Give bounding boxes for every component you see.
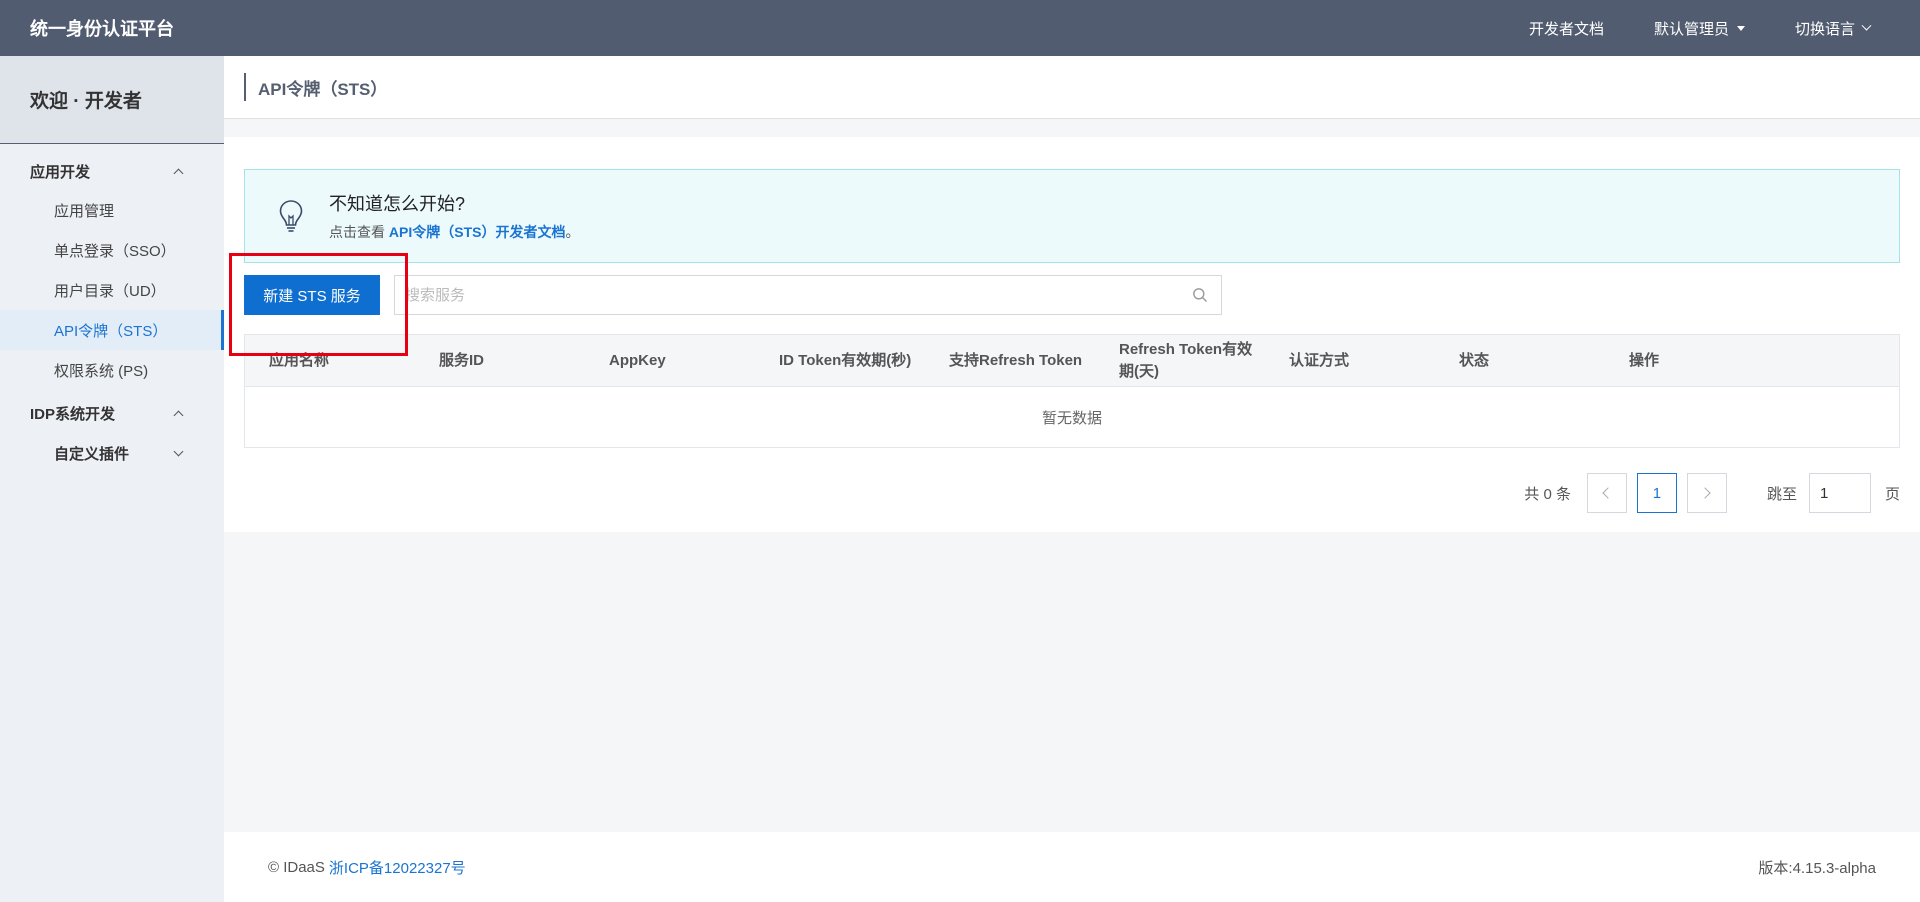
tip-suffix: 。 <box>565 224 580 240</box>
language-switcher[interactable]: 切换语言 <box>1794 18 1872 39</box>
chevron-down-icon <box>1861 20 1872 31</box>
next-page-button[interactable] <box>1686 473 1727 513</box>
jump-page-input[interactable] <box>1808 473 1871 513</box>
search-input[interactable] <box>395 276 1185 314</box>
getting-started-tip: 不知道怎么开始? 点击查看 API令牌（STS）开发者文档。 <box>244 169 1900 263</box>
title-accent-bar <box>244 73 246 101</box>
search-icon[interactable] <box>1185 280 1215 310</box>
sidebar-welcome: 欢迎 · 开发者 <box>0 56 224 144</box>
jump-to-label: 跳至 <box>1766 485 1797 503</box>
main-panel: 不知道怎么开始? 点击查看 API令牌（STS）开发者文档。 新建 STS 服务… <box>224 137 1920 532</box>
footer: © IDaaS 浙ICP备12022327号 版本:4.15.3-alpha <box>224 832 1920 902</box>
page-header: API令牌（STS） <box>224 56 1920 119</box>
developer-docs-label: 开发者文档 <box>1528 20 1604 38</box>
version-label: 版本:4.15.3-alpha <box>1758 859 1876 877</box>
top-navbar: 统一身份认证平台 开发者文档 默认管理员 切换语言 <box>0 0 1920 56</box>
sts-docs-link[interactable]: API令牌（STS）开发者文档 <box>389 224 566 240</box>
column-header: 应用名称 <box>269 351 330 369</box>
sidebar-item-ps[interactable]: 权限系统 (PS) <box>0 350 224 390</box>
prev-page-button[interactable] <box>1586 473 1627 513</box>
sidebar-item-label: 应用管理 <box>54 202 115 220</box>
admin-menu[interactable]: 默认管理员 <box>1654 18 1745 39</box>
sidebar-group-label: IDP系统开发 <box>30 405 116 423</box>
search-glyph <box>1193 288 1207 302</box>
tip-title: 不知道怎么开始? <box>329 194 466 214</box>
column-header: AppKey <box>609 351 666 369</box>
admin-menu-label: 默认管理员 <box>1653 20 1729 38</box>
footer-copyright: © IDaaS <box>268 858 325 876</box>
sidebar-item-label: 权限系统 (PS) <box>54 362 149 380</box>
page-unit-label: 页 <box>1884 485 1900 503</box>
developer-docs-link[interactable]: 开发者文档 <box>1529 18 1604 39</box>
column-header: ID Token有效期(秒) <box>779 351 912 369</box>
services-table: 应用名称 服务ID AppKey ID Token有效期(秒) 支持Refres… <box>244 334 1900 448</box>
pagination: 共 0 条 1 跳至 页 <box>1524 473 1920 513</box>
sidebar-group-app-dev[interactable]: 应用开发 <box>0 152 224 190</box>
chevron-left-icon <box>1602 487 1615 499</box>
sidebar-item-label: 用户目录（UD） <box>54 282 166 300</box>
caret-down-icon <box>1736 25 1745 31</box>
sidebar: 欢迎 · 开发者 应用开发 应用管理 单点登录（SSO） 用户目录（UD） AP… <box>0 56 224 902</box>
column-header: 服务ID <box>439 351 485 369</box>
chevron-right-icon <box>1699 487 1712 499</box>
sidebar-item-label: 单点登录（SSO） <box>54 242 176 260</box>
sidebar-item-label: API令牌（STS） <box>54 322 168 340</box>
chevron-down-icon <box>173 446 184 456</box>
table-empty-state: 暂无数据 <box>1041 409 1102 427</box>
sidebar-group-label: 应用开发 <box>30 163 91 181</box>
chevron-up-icon <box>173 168 184 178</box>
sidebar-item-sts[interactable]: API令牌（STS） <box>0 310 224 350</box>
table-header: 应用名称 服务ID AppKey ID Token有效期(秒) 支持Refres… <box>245 335 1899 387</box>
lightbulb-icon <box>279 200 303 232</box>
page-title: API令牌（STS） <box>258 79 388 99</box>
tip-subtitle: 点击查看 API令牌（STS）开发者文档。 <box>329 222 579 242</box>
icp-link[interactable]: 浙ICP备12022327号 <box>329 857 466 878</box>
sidebar-item-app-management[interactable]: 应用管理 <box>0 190 224 230</box>
column-header: 支持Refresh Token <box>949 351 1083 369</box>
top-nav-links: 开发者文档 默认管理员 切换语言 <box>1479 18 1872 39</box>
column-header: 认证方式 <box>1289 351 1350 369</box>
pagination-total: 共 0 条 <box>1524 485 1571 503</box>
column-header: 状态 <box>1459 351 1490 369</box>
column-header: Refresh Token有效期(天) <box>1119 340 1253 380</box>
column-header: 操作 <box>1629 351 1660 369</box>
sidebar-item-sso[interactable]: 单点登录（SSO） <box>0 230 224 270</box>
tip-text: 不知道怎么开始? 点击查看 API令牌（STS）开发者文档。 <box>329 190 579 242</box>
sidebar-subgroup-custom-plugin[interactable]: 自定义插件 <box>0 432 224 474</box>
search-box <box>394 275 1222 315</box>
language-switcher-label: 切换语言 <box>1794 20 1855 38</box>
sidebar-group-idp-dev[interactable]: IDP系统开发 <box>0 394 224 432</box>
brand-title: 统一身份认证平台 <box>30 19 174 39</box>
sidebar-subgroup-label: 自定义插件 <box>54 445 130 463</box>
sidebar-item-ud[interactable]: 用户目录（UD） <box>0 270 224 310</box>
tip-prefix: 点击查看 <box>329 224 385 240</box>
page-number-button[interactable]: 1 <box>1636 473 1677 513</box>
new-sts-service-button[interactable]: 新建 STS 服务 <box>244 275 380 315</box>
chevron-up-icon <box>173 410 184 420</box>
